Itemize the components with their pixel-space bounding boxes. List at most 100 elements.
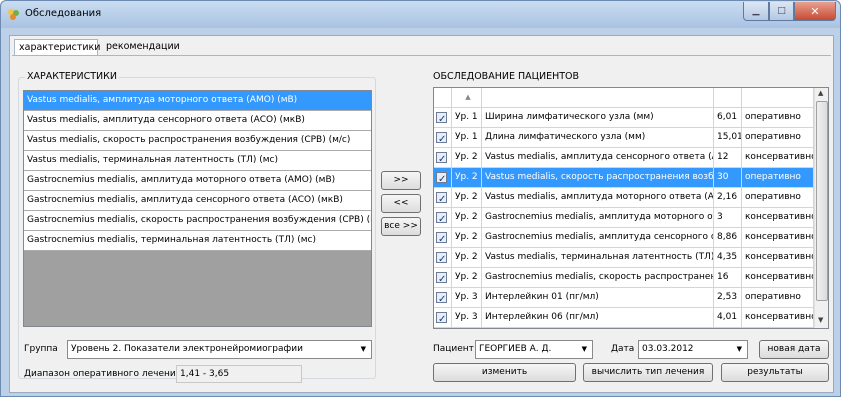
row-checkbox[interactable] bbox=[436, 230, 447, 247]
header-cell[interactable]: ▲ bbox=[452, 88, 482, 107]
table-row[interactable]: Ур. 2Gastrocnemius medialis, амплитуда м… bbox=[434, 208, 828, 228]
list-item[interactable]: Gastrocnemius medialis, амплитуда сенсор… bbox=[24, 191, 371, 211]
treatment-type-cell[interactable]: консервативно bbox=[742, 148, 814, 167]
row-checkbox[interactable] bbox=[436, 110, 447, 127]
list-item[interactable]: Gastrocnemius medialis, терминальная лат… bbox=[24, 231, 371, 251]
treatment-type-cell[interactable]: оперативно bbox=[742, 168, 814, 187]
new-date-button[interactable]: новая дата bbox=[759, 340, 829, 359]
list-item[interactable]: Gastrocnemius medialis, скорость распрос… bbox=[24, 211, 371, 231]
row-checkbox[interactable] bbox=[436, 130, 447, 147]
treatment-type-cell[interactable]: оперативно bbox=[742, 128, 814, 147]
checkbox-cell[interactable] bbox=[434, 248, 452, 267]
table-row[interactable]: Ур. 2Gastrocnemius medialis, скорость ра… bbox=[434, 268, 828, 288]
value-cell[interactable]: 8,86 bbox=[714, 228, 742, 247]
checkbox-cell[interactable] bbox=[434, 188, 452, 207]
value-cell[interactable]: 30 bbox=[714, 168, 742, 187]
close-button[interactable]: ✕ bbox=[794, 2, 836, 21]
tab-recommendations[interactable]: рекомендации bbox=[102, 39, 192, 55]
row-checkbox[interactable] bbox=[436, 290, 447, 307]
row-checkbox[interactable] bbox=[436, 310, 447, 327]
vertical-scrollbar[interactable]: ▲ ▼ bbox=[814, 88, 828, 328]
name-cell[interactable]: Gastrocnemius medialis, амплитуда моторн… bbox=[482, 208, 714, 227]
value-cell[interactable]: 16 bbox=[714, 268, 742, 287]
exam-grid[interactable]: ▲ Ур. 1Ширина лимфатического узла (мм)6,… bbox=[433, 87, 829, 329]
table-row[interactable]: Ур. 2Vastus medialis, терминальная латен… bbox=[434, 248, 828, 268]
header-cell[interactable] bbox=[714, 88, 742, 107]
name-cell[interactable]: Длина лимфатического узла (мм) bbox=[482, 128, 714, 147]
treatment-type-cell[interactable]: консервативно bbox=[742, 248, 814, 267]
list-item[interactable]: Vastus medialis, амплитуда сенсорного от… bbox=[24, 111, 371, 131]
results-button[interactable]: результаты bbox=[721, 363, 829, 382]
treatment-type-cell[interactable]: консервативно bbox=[742, 208, 814, 227]
add-all-button[interactable]: все >> bbox=[381, 217, 421, 236]
treatment-type-cell[interactable]: оперативно bbox=[742, 188, 814, 207]
scroll-down-icon[interactable]: ▼ bbox=[818, 316, 823, 324]
value-cell[interactable]: 12 bbox=[714, 148, 742, 167]
table-row[interactable]: Ур. 2Vastus medialis, амплитуда моторног… bbox=[434, 188, 828, 208]
checkbox-cell[interactable] bbox=[434, 228, 452, 247]
row-checkbox[interactable] bbox=[436, 190, 447, 207]
list-item[interactable]: Vastus medialis, скорость распространени… bbox=[24, 131, 371, 151]
checkbox-cell[interactable] bbox=[434, 108, 452, 127]
table-row[interactable]: Ур. 1Длина лимфатического узла (мм)15,01… bbox=[434, 128, 828, 148]
level-cell[interactable]: Ур. 2 bbox=[452, 268, 482, 287]
value-cell[interactable]: 2,53 bbox=[714, 288, 742, 307]
list-item[interactable]: Vastus medialis, амплитуда моторного отв… bbox=[24, 91, 371, 111]
header-cell[interactable] bbox=[482, 88, 714, 107]
level-cell[interactable]: Ур. 3 bbox=[452, 288, 482, 307]
calculate-treatment-button[interactable]: вычислить тип лечения bbox=[583, 363, 713, 382]
table-row[interactable]: Ур. 2Vastus medialis, амплитуда сенсорно… bbox=[434, 148, 828, 168]
date-picker[interactable]: 03.03.2012 ▼ bbox=[638, 340, 748, 359]
row-checkbox[interactable] bbox=[436, 270, 447, 287]
add-button[interactable]: >> bbox=[381, 171, 421, 190]
group-select[interactable]: Уровень 2. Показатели электронейромиогра… bbox=[67, 340, 372, 359]
checkbox-cell[interactable] bbox=[434, 288, 452, 307]
name-cell[interactable]: Интерлейкин 01 (пг/мл) bbox=[482, 288, 714, 307]
level-cell[interactable]: Ур. 3 bbox=[452, 328, 482, 329]
level-cell[interactable]: Ур. 2 bbox=[452, 168, 482, 187]
level-cell[interactable]: Ур. 2 bbox=[452, 208, 482, 227]
tab-characteristics[interactable]: характеристики bbox=[14, 39, 100, 55]
remove-button[interactable]: << bbox=[381, 194, 421, 213]
header-cell[interactable] bbox=[742, 88, 814, 107]
table-row[interactable]: Ур. 2Vastus medialis, скорость распростр… bbox=[434, 168, 828, 188]
name-cell[interactable]: Gastrocnemius medialis, скорость распрос… bbox=[482, 268, 714, 287]
table-row[interactable]: Ур. 2Gastrocnemius medialis, амплитуда с… bbox=[434, 228, 828, 248]
checkbox-cell[interactable] bbox=[434, 208, 452, 227]
table-row[interactable]: Ур. 3Интерлейкин 06 (пг/мл)4,01консерват… bbox=[434, 308, 828, 328]
checkbox-cell[interactable] bbox=[434, 168, 452, 187]
name-cell[interactable]: Gastrocnemius medialis, амплитуда сенсор… bbox=[482, 228, 714, 247]
name-cell[interactable]: Фактор некроза опухоли (ФНО) (пг/мл) bbox=[482, 328, 714, 329]
list-item[interactable]: Gastrocnemius medialis, амплитуда моторн… bbox=[24, 171, 371, 191]
row-checkbox[interactable] bbox=[436, 210, 447, 227]
value-cell[interactable]: 4,01 bbox=[714, 308, 742, 327]
name-cell[interactable]: Vastus medialis, терминальная латентност… bbox=[482, 248, 714, 267]
characteristics-list[interactable]: Vastus medialis, амплитуда моторного отв… bbox=[23, 90, 372, 327]
maximize-button[interactable]: □ bbox=[769, 2, 794, 21]
name-cell[interactable]: Интерлейкин 06 (пг/мл) bbox=[482, 308, 714, 327]
treatment-type-cell[interactable]: консервативно bbox=[742, 268, 814, 287]
level-cell[interactable]: Ур. 3 bbox=[452, 308, 482, 327]
edit-button[interactable]: изменить bbox=[433, 363, 576, 382]
checkbox-cell[interactable] bbox=[434, 308, 452, 327]
value-cell[interactable]: 2,03 bbox=[714, 328, 742, 329]
level-cell[interactable]: Ур. 2 bbox=[452, 248, 482, 267]
scroll-thumb[interactable] bbox=[816, 101, 828, 301]
table-row[interactable]: Ур. 3Фактор некроза опухоли (ФНО) (пг/мл… bbox=[434, 328, 828, 329]
row-checkbox[interactable] bbox=[436, 150, 447, 167]
table-row[interactable]: Ур. 3Интерлейкин 01 (пг/мл)2,53оперативн… bbox=[434, 288, 828, 308]
name-cell[interactable]: Vastus medialis, амплитуда сенсорного от… bbox=[482, 148, 714, 167]
row-checkbox[interactable] bbox=[436, 250, 447, 267]
checkbox-cell[interactable] bbox=[434, 148, 452, 167]
name-cell[interactable]: Ширина лимфатического узла (мм) bbox=[482, 108, 714, 127]
treatment-type-cell[interactable]: консервативно bbox=[742, 308, 814, 327]
table-row[interactable]: Ур. 1Ширина лимфатического узла (мм)6,01… bbox=[434, 108, 828, 128]
checkbox-cell[interactable] bbox=[434, 328, 452, 329]
value-cell[interactable]: 4,35 bbox=[714, 248, 742, 267]
value-cell[interactable]: 6,01 bbox=[714, 108, 742, 127]
value-cell[interactable]: 2,16 bbox=[714, 188, 742, 207]
treatment-type-cell[interactable]: оперативно bbox=[742, 108, 814, 127]
treatment-type-cell[interactable]: оперативно bbox=[742, 288, 814, 307]
title-bar[interactable]: Обследования ▁ □ ✕ bbox=[1, 1, 840, 28]
treatment-type-cell[interactable]: консервативно bbox=[742, 228, 814, 247]
